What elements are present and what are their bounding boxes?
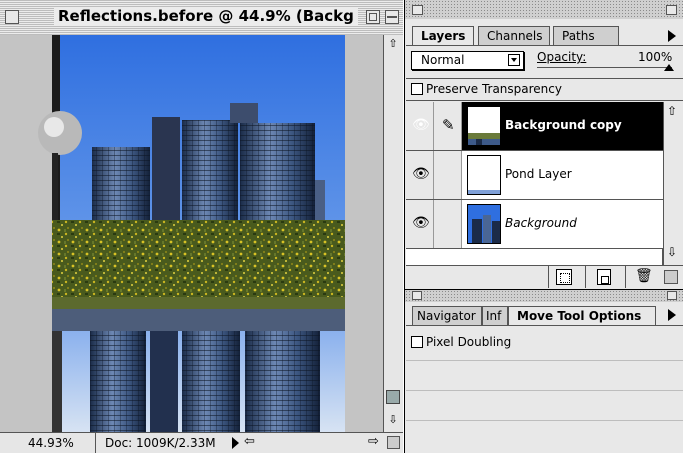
layer-name: Background copy	[505, 118, 622, 132]
collapse-box-icon[interactable]	[385, 10, 399, 24]
layer-mask-button[interactable]	[556, 269, 572, 285]
eye-icon: 👁	[412, 166, 430, 182]
tab-paths[interactable]: Paths	[553, 26, 619, 45]
layer-link-toggle[interactable]	[434, 200, 462, 248]
eye-icon: 👁	[412, 215, 430, 231]
layer-link-toggle[interactable]: ✎	[434, 102, 462, 150]
layer-list-scrollbar[interactable]: ⇧ ⇩	[663, 102, 683, 265]
layer-row-background[interactable]: 👁 Background	[406, 200, 663, 249]
layer-visibility-toggle[interactable]: 👁	[406, 200, 434, 248]
vertical-scrollbar[interactable]: ⇧ ⇩	[383, 35, 403, 432]
opacity-label: Opacity:	[537, 50, 587, 64]
scroll-right-arrow-icon[interactable]: ⇨	[368, 434, 379, 449]
palette-resize-grip-icon[interactable]	[664, 270, 678, 284]
scroll-up-arrow-icon[interactable]: ⇧	[386, 37, 400, 51]
pixel-doubling-label: Pixel Doubling	[426, 335, 512, 349]
divider	[406, 78, 683, 79]
divider	[406, 100, 683, 101]
layer-row-background-copy[interactable]: 👁 ✎ Background copy	[406, 102, 663, 151]
opacity-value[interactable]: 100%	[638, 50, 672, 64]
opacity-slider-thumb-icon[interactable]	[664, 64, 674, 71]
close-box-icon[interactable]	[5, 10, 19, 24]
photo-canvas[interactable]	[0, 35, 383, 432]
tab-baseline	[406, 325, 683, 326]
opacity-slider[interactable]	[537, 67, 672, 68]
palette-collapse-box-icon[interactable]	[666, 5, 677, 15]
tab-layers[interactable]: Layers	[412, 26, 474, 45]
layer-visibility-toggle[interactable]: 👁	[406, 102, 434, 150]
footer-divider	[548, 266, 549, 288]
status-bar: 44.93% Doc: 1009K/2.33M ⇦ ⇨	[0, 432, 403, 453]
palette-menu-arrow-icon[interactable]	[668, 30, 676, 42]
footer-divider	[585, 266, 586, 288]
layer-thumbnail	[467, 204, 501, 244]
doc-size: Doc: 1009K/2.33M	[105, 436, 216, 450]
options-palette-title-bar[interactable]	[405, 290, 683, 302]
layer-name: Pond Layer	[505, 167, 572, 181]
footer-divider	[625, 266, 626, 288]
divider	[406, 420, 683, 421]
status-divider	[95, 433, 96, 453]
scroll-left-arrow-icon[interactable]: ⇦	[244, 434, 255, 449]
resize-grip-icon[interactable]	[387, 436, 400, 449]
layer-visibility-toggle[interactable]: 👁	[406, 151, 434, 199]
dotted-square-icon	[560, 273, 570, 283]
zoom-box-icon[interactable]	[366, 10, 380, 24]
layer-thumbnail	[467, 155, 501, 195]
tab-move-tool-options[interactable]: Move Tool Options	[508, 306, 656, 325]
scroll-down-arrow-icon[interactable]: ⇩	[667, 245, 677, 259]
new-layer-icon	[601, 276, 609, 284]
layer-thumbnail	[467, 106, 501, 146]
preserve-transparency-checkbox[interactable]	[411, 83, 423, 95]
divider	[406, 390, 683, 391]
tab-navigator[interactable]: Navigator	[412, 306, 482, 325]
palette-collapse-box-icon[interactable]	[667, 291, 677, 300]
eye-icon: 👁	[412, 117, 430, 133]
preserve-transparency-label: Preserve Transparency	[426, 82, 562, 96]
scroll-up-arrow-icon[interactable]: ⇧	[667, 104, 677, 118]
zoom-level[interactable]: 44.93%	[28, 436, 74, 450]
canvas-area[interactable]	[0, 35, 383, 432]
layer-name: Background	[505, 216, 577, 230]
layers-palette-title-bar[interactable]	[405, 0, 683, 19]
pixel-doubling-checkbox[interactable]	[411, 336, 423, 348]
paintbrush-icon: ✎	[442, 116, 455, 134]
new-layer-button[interactable]	[597, 269, 611, 285]
scroll-thumb[interactable]	[386, 390, 400, 404]
blend-mode-select[interactable]: Normal	[411, 51, 524, 70]
layer-link-toggle[interactable]	[434, 151, 462, 199]
divider	[406, 360, 683, 361]
tab-baseline	[406, 45, 683, 46]
palette-close-box-icon[interactable]	[412, 5, 423, 15]
layer-row-pond-layer[interactable]: 👁 Pond Layer	[406, 151, 663, 200]
tab-info[interactable]: Inf	[482, 306, 508, 325]
blend-mode-value: Normal	[421, 53, 465, 67]
tab-channels[interactable]: Channels	[478, 26, 550, 45]
scroll-down-arrow-icon[interactable]: ⇩	[386, 413, 400, 427]
trash-icon[interactable]: 🗑	[635, 268, 653, 284]
palette-menu-arrow-icon[interactable]	[668, 309, 676, 321]
chevron-down-icon	[508, 54, 520, 66]
document-title-bar[interactable]: Reflections.before @ 44.9% (Backg	[0, 0, 403, 36]
document-title: Reflections.before @ 44.9% (Backg	[54, 7, 358, 25]
palette-close-box-icon[interactable]	[412, 291, 422, 300]
status-menu-arrow-icon[interactable]	[232, 437, 239, 449]
